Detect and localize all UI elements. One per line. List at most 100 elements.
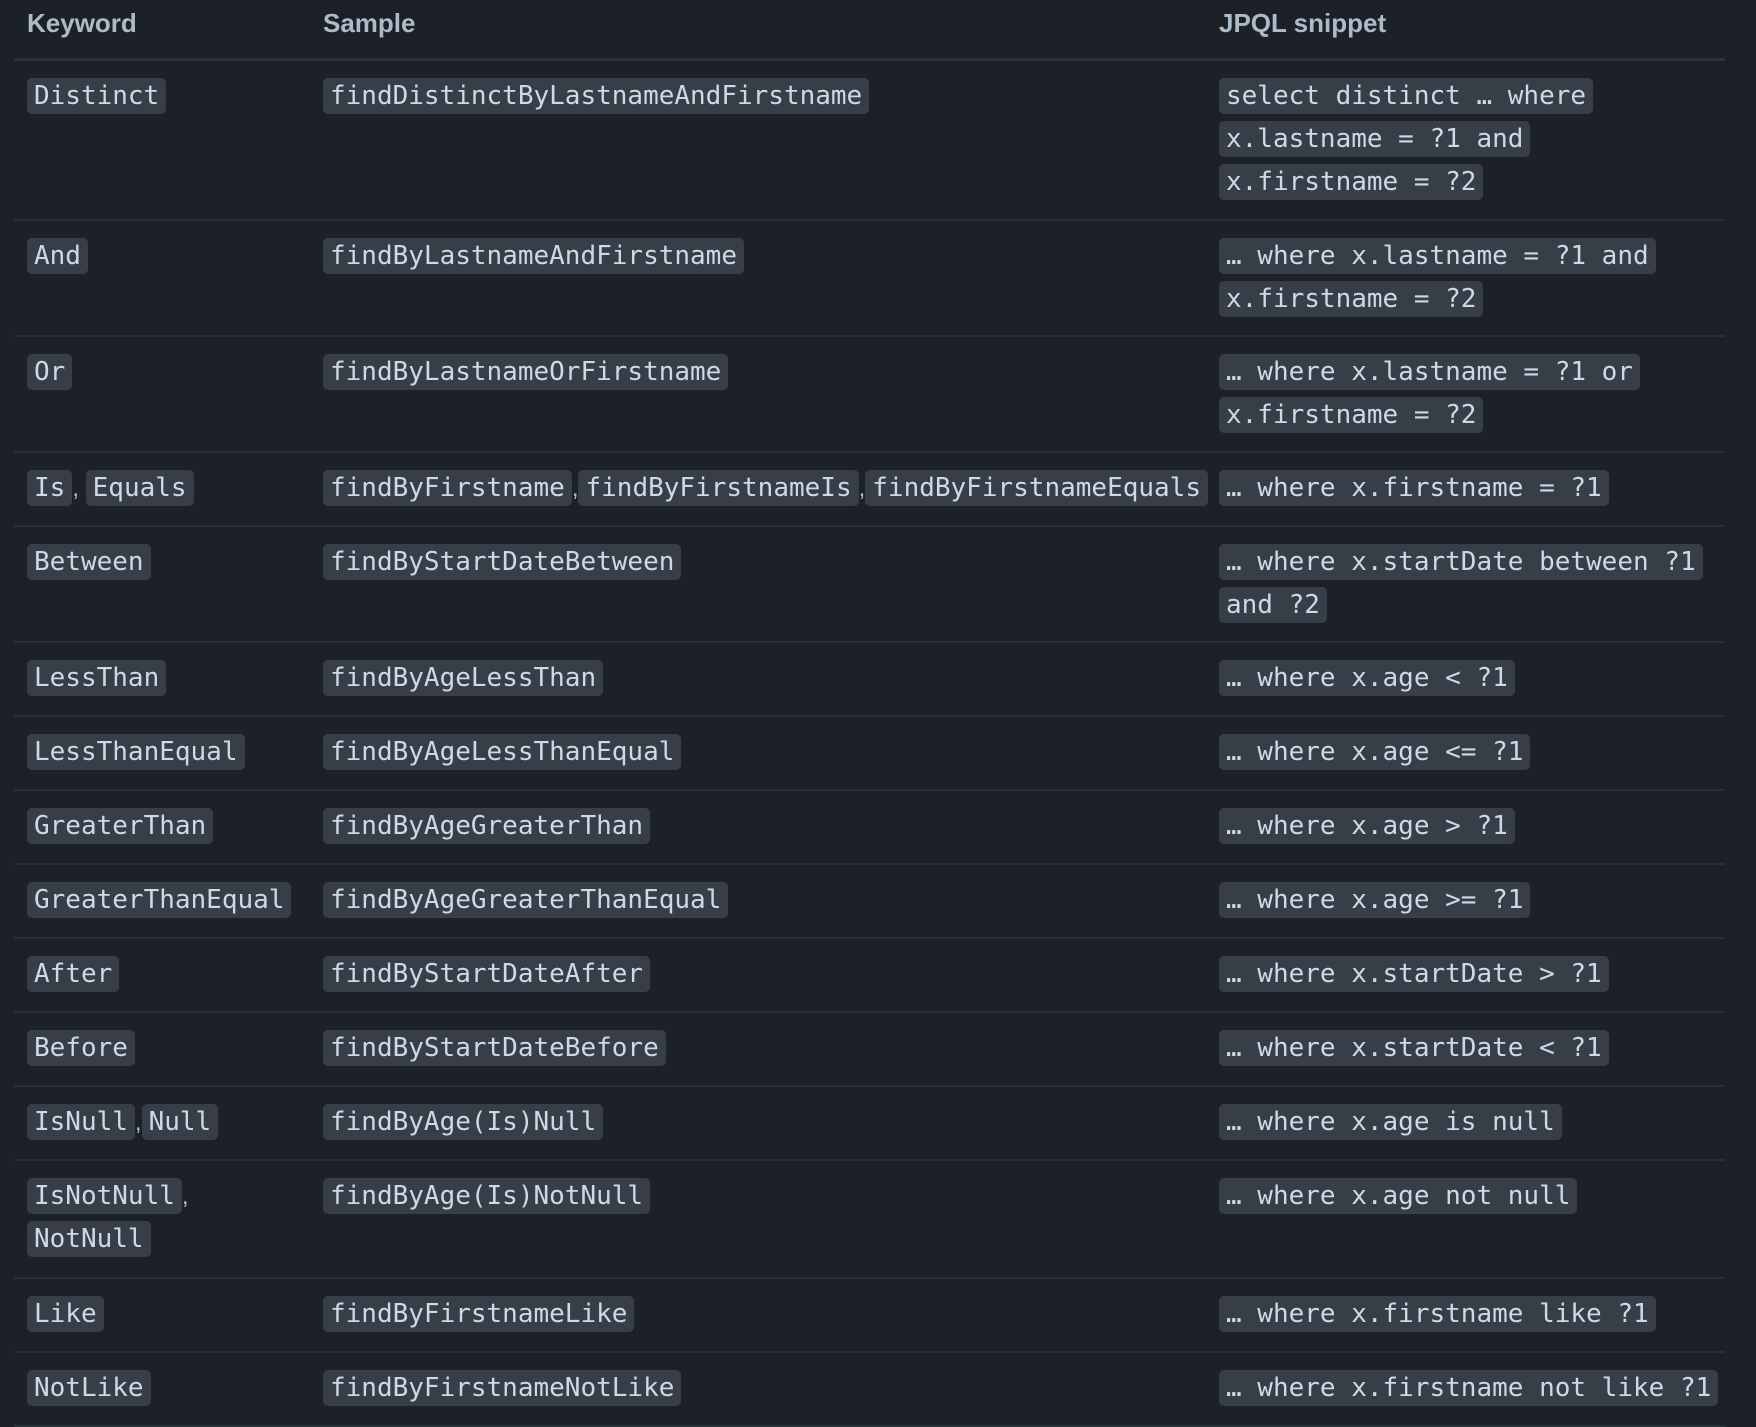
sample-code: findByFirstnameLike xyxy=(323,1296,635,1332)
sample-cell: findByStartDateBetween xyxy=(323,541,1223,584)
jpql-cell: … where x.lastname = ?1 or x.firstname =… xyxy=(1219,351,1649,437)
jpql-cell: … where x.age <= ?1 xyxy=(1219,731,1719,774)
keyword-cell: Before xyxy=(27,1027,297,1070)
table-row: Is, Equals findByFirstname, findByFirstna… xyxy=(14,453,1725,527)
keyword-code: IsNull xyxy=(27,1104,135,1140)
sample-code: findByAgeGreaterThan xyxy=(323,808,651,844)
table-row: Or findByLastnameOrFirstname … where x.l… xyxy=(14,337,1725,453)
keyword-cell: NotLike xyxy=(27,1367,297,1410)
keyword-code: IsNotNull xyxy=(27,1178,182,1214)
sample-code: findByLastnameOrFirstname xyxy=(323,354,729,390)
keyword-code: GreaterThan xyxy=(27,808,214,844)
keyword-cell: After xyxy=(27,953,297,996)
keyword-code: LessThan xyxy=(27,660,167,696)
keyword-cell: Between xyxy=(27,541,297,584)
jpql-code: … where x.startDate > ?1 xyxy=(1219,956,1609,992)
keyword-code: Distinct xyxy=(27,78,167,114)
jpql-code: … where x.firstname not like ?1 xyxy=(1219,1370,1719,1406)
keyword-code: Is xyxy=(27,470,73,506)
sample-cell: findByFirstnameLike xyxy=(323,1293,1223,1336)
sample-code: findByStartDateBetween xyxy=(323,544,682,580)
jpql-code: … where x.age < ?1 xyxy=(1219,660,1515,696)
jpql-cell: select distinct … where x.lastname = ?1 … xyxy=(1219,75,1699,204)
sample-cell: findByAge(Is)Null xyxy=(323,1101,1223,1144)
keyword-code: Equals xyxy=(85,470,194,506)
sample-code: findByStartDateAfter xyxy=(323,956,651,992)
keyword-code: Between xyxy=(27,544,151,580)
jpql-code: … where x.age >= ?1 xyxy=(1219,882,1531,918)
keyword-cell: GreaterThanEqual xyxy=(27,879,297,922)
jpql-cell: … where x.age >= ?1 xyxy=(1219,879,1719,922)
table-row: GreaterThanEqual findByAgeGreaterThanEqu… xyxy=(14,865,1725,939)
keyword-code: GreaterThanEqual xyxy=(27,882,292,918)
table-row: Before findByStartDateBefore … where x.s… xyxy=(14,1013,1725,1087)
jpql-cell: … where x.startDate > ?1 xyxy=(1219,953,1719,996)
jpql-cell: … where x.age < ?1 xyxy=(1219,657,1719,700)
keyword-code: Like xyxy=(27,1296,104,1332)
sample-code: findByFirstnameIs xyxy=(578,470,859,506)
keyword-cell: GreaterThan xyxy=(27,805,297,848)
sample-code: findByAgeLessThan xyxy=(323,660,604,696)
sample-code: findByAge(Is)NotNull xyxy=(323,1178,651,1214)
sample-cell: findByAgeGreaterThan xyxy=(323,805,1223,848)
jpql-code: … where x.lastname = ?1 or x.firstname =… xyxy=(1219,354,1640,433)
table-row: Like findByFirstnameLike … where x.first… xyxy=(14,1279,1725,1353)
table-row: And findByLastnameAndFirstname … where x… xyxy=(14,221,1725,337)
keyword-code: Or xyxy=(27,354,73,390)
sample-code: findByFirstnameEquals xyxy=(865,470,1208,506)
header-jpql: JPQL snippet xyxy=(1219,8,1387,38)
table-row: LessThan findByAgeLessThan … where x.age… xyxy=(14,643,1725,717)
keyword-code: Before xyxy=(27,1030,135,1066)
jpql-code: select distinct … where x.lastname = ?1 … xyxy=(1219,78,1594,200)
sample-cell: findByStartDateAfter xyxy=(323,953,1223,996)
jpql-code: … where x.lastname = ?1 and x.firstname … xyxy=(1219,238,1656,317)
table-row: Distinct findDistinctByLastnameAndFirstn… xyxy=(14,61,1725,221)
keyword-cell: Distinct xyxy=(27,75,297,118)
sample-cell: findByLastnameOrFirstname xyxy=(323,351,1223,394)
sample-code: findByAgeLessThanEqual xyxy=(323,734,682,770)
jpql-code: … where x.firstname = ?1 xyxy=(1219,470,1609,506)
keyword-code: And xyxy=(27,238,88,274)
jpql-cell: … where x.age not null xyxy=(1219,1175,1719,1218)
table-row: LessThanEqual findByAgeLessThanEqual … w… xyxy=(14,717,1725,791)
table-row: NotLike findByFirstnameNotLike … where x… xyxy=(14,1353,1725,1427)
header-keyword: Keyword xyxy=(27,8,137,38)
jpql-cell: … where x.age is null xyxy=(1219,1101,1719,1144)
table-row: After findByStartDateAfter … where x.sta… xyxy=(14,939,1725,1013)
jpql-cell: … where x.startDate between ?1 and ?2 xyxy=(1219,541,1709,627)
keyword-code: After xyxy=(27,956,120,992)
jpql-cell: … where x.firstname = ?1 xyxy=(1219,467,1719,510)
sample-cell: findByLastnameAndFirstname xyxy=(323,235,1223,278)
jpql-cell: … where x.firstname not like ?1 xyxy=(1219,1367,1719,1410)
jpql-code: … where x.startDate < ?1 xyxy=(1219,1030,1609,1066)
sample-code: findByLastnameAndFirstname xyxy=(323,238,744,274)
keyword-cell: LessThanEqual xyxy=(27,731,297,774)
sample-cell: findByFirstname, findByFirstnameIs, findBy… xyxy=(323,467,1223,510)
table-row: IsNotNull, NotNull findByAge(Is)NotNull …… xyxy=(14,1161,1725,1279)
keyword-code: LessThanEqual xyxy=(27,734,245,770)
sample-code: findByFirstnameNotLike xyxy=(323,1370,682,1406)
jpql-cell: … where x.age > ?1 xyxy=(1219,805,1719,848)
jpql-code: … where x.firstname like ?1 xyxy=(1219,1296,1656,1332)
sample-code: findByAge(Is)Null xyxy=(323,1104,604,1140)
jpql-code: … where x.startDate between ?1 and ?2 xyxy=(1219,544,1703,623)
keyword-cell: IsNull, Null xyxy=(27,1101,297,1144)
sample-cell: findByAgeLessThanEqual xyxy=(323,731,1223,774)
jpql-code: … where x.age <= ?1 xyxy=(1219,734,1531,770)
jpql-cell: … where x.lastname = ?1 and x.firstname … xyxy=(1219,235,1669,321)
table-row: IsNull, Null findByAge(Is)Null … where x.… xyxy=(14,1087,1725,1161)
jpql-cell: … where x.startDate < ?1 xyxy=(1219,1027,1719,1070)
jpql-code: … where x.age is null xyxy=(1219,1104,1562,1140)
jpql-code: … where x.age not null xyxy=(1219,1178,1578,1214)
keyword-cell: Is, Equals xyxy=(27,467,297,510)
sample-cell: findByAge(Is)NotNull xyxy=(323,1175,1223,1218)
sample-cell: findByAgeLessThan xyxy=(323,657,1223,700)
sample-code: findDistinctByLastnameAndFirstname xyxy=(323,78,870,114)
keyword-code: Null xyxy=(141,1104,219,1140)
header-sample: Sample xyxy=(323,8,416,38)
keyword-code: NotLike xyxy=(27,1370,151,1406)
keyword-cell: Like xyxy=(27,1293,297,1336)
sample-cell: findDistinctByLastnameAndFirstname xyxy=(323,75,1223,118)
table-row: GreaterThan findByAgeGreaterThan … where… xyxy=(14,791,1725,865)
sample-cell: findByStartDateBefore xyxy=(323,1027,1223,1070)
